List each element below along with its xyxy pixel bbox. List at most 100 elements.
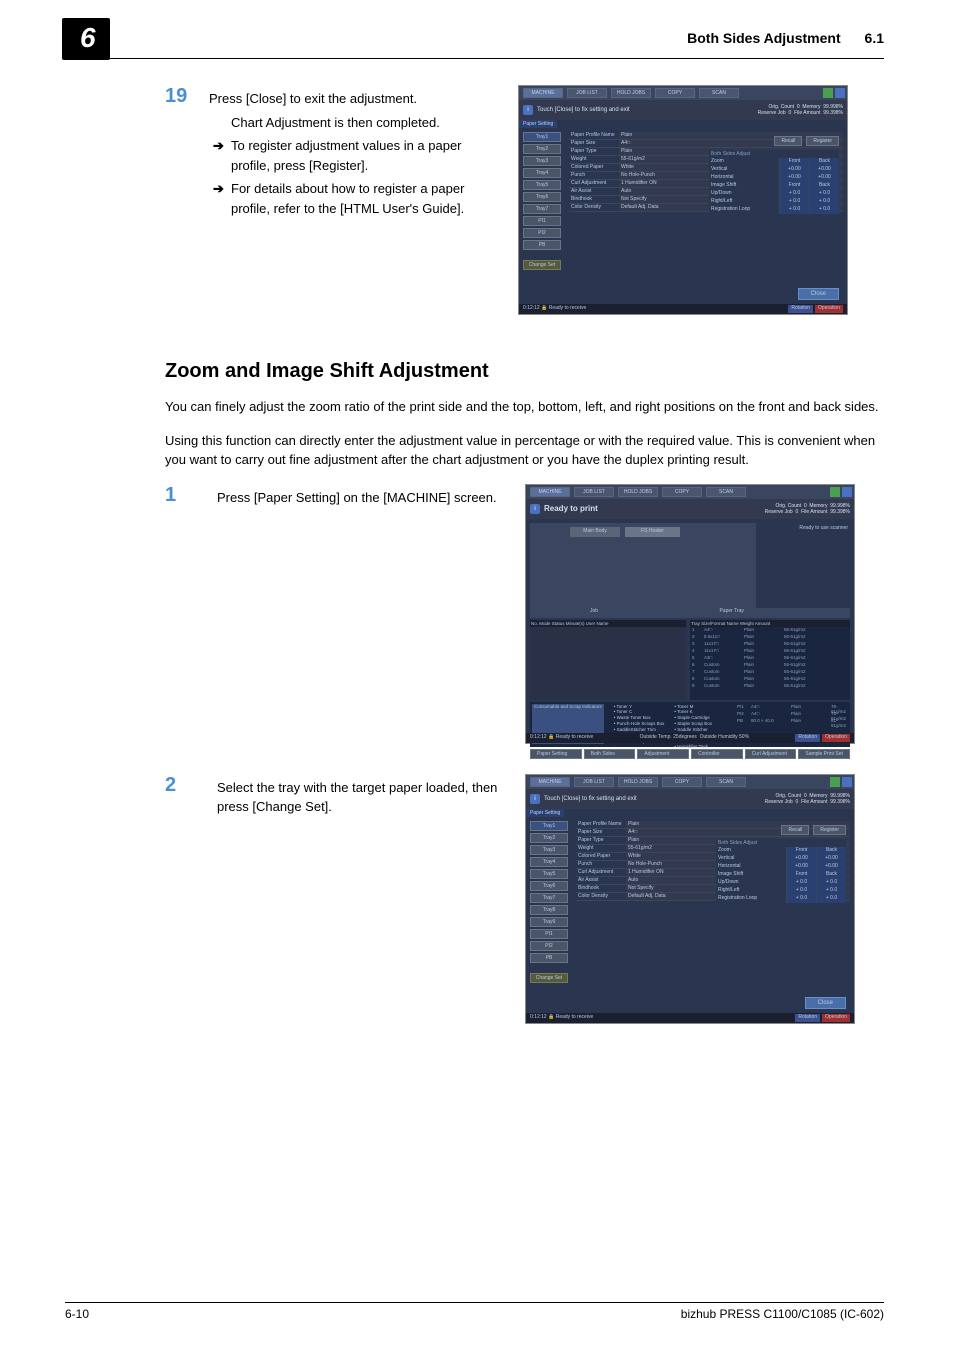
tab-machine[interactable]: MACHINE (530, 487, 570, 497)
tab-scan[interactable]: SCAN (706, 777, 746, 787)
chapter-tab: 6 (62, 18, 110, 60)
tab-joblist[interactable]: JOB LIST (567, 88, 607, 98)
eco-icon[interactable] (823, 88, 833, 98)
machine-image: Main Body FS Heater (530, 523, 756, 608)
paper-tray-row: PI1A4□Plain76-91g/m2 (735, 704, 848, 711)
output-set-button[interactable]: Sample Print Set (798, 749, 850, 759)
paper-tray-row: 411x17□Plain55-61g/m2 (690, 648, 850, 655)
paper-tray-row: PI2A4□Plain76-91g/m2 (735, 711, 848, 718)
help-icon[interactable] (842, 777, 852, 787)
header-section: 6.1 (865, 30, 884, 46)
paper-tray-tab[interactable]: Paper Tray (599, 608, 743, 614)
section-para2: Using this function can directly enter t… (165, 431, 884, 470)
section-para1: You can finely adjust the zoom ratio of … (165, 397, 884, 417)
step-1-number: 1 (165, 484, 205, 744)
tray5-button[interactable]: Tray5 (523, 180, 561, 190)
job-panel: No. Mode Status Minute(s) User Name (530, 620, 686, 700)
controller-button[interactable]: Controller (691, 749, 743, 759)
operation-badge: Operation (815, 305, 843, 313)
tray5-button[interactable]: Tray5 (530, 869, 568, 879)
scanner-panel: Ready to use scanner (760, 523, 850, 608)
job-tab[interactable]: Job (530, 608, 598, 614)
tab-machine[interactable]: MACHINE (523, 88, 563, 98)
tab-copy[interactable]: COPY (662, 487, 702, 497)
paper-setting-button[interactable]: Paper Setting (530, 749, 582, 759)
step-19-bullet1: To register adjustment values in a paper… (231, 136, 500, 175)
tab-machine[interactable]: MACHINE (530, 777, 570, 787)
step-19-text: Press [Close] to exit the adjustment. (209, 89, 500, 109)
paper-tray-row: 311x17□Plain55-61g/m2 (690, 641, 850, 648)
tray3-button[interactable]: Tray3 (523, 156, 561, 166)
info-icon: i (530, 504, 540, 514)
tab-scan[interactable]: SCAN (699, 88, 739, 98)
status-text: Ready to receive (549, 305, 587, 311)
tab-copy[interactable]: COPY (655, 88, 695, 98)
tray2-button[interactable]: Tray2 (523, 144, 561, 154)
tab-holdjob[interactable]: HOLD JOBS (611, 88, 651, 98)
tray9-button[interactable]: Tray9 (530, 917, 568, 927)
footer-product: bizhub PRESS C1100/C1085 (IC-602) (681, 1307, 884, 1321)
counter-stats: Orig. Count 0 Memory 99.998% Reserve Job… (758, 104, 843, 116)
curl-adj-button[interactable]: Curl Adjustment (745, 749, 797, 759)
tray6-button[interactable]: Tray6 (523, 192, 561, 202)
close-button[interactable]: Close (805, 997, 846, 1009)
tab-joblist[interactable]: JOB LIST (574, 487, 614, 497)
tab-holdjob[interactable]: HOLD JOBS (618, 487, 658, 497)
close-button[interactable]: Close (798, 288, 839, 300)
tray1-button[interactable]: Tray1 (523, 132, 561, 142)
tray2-button[interactable]: Tray2 (530, 833, 568, 843)
tray1-button[interactable]: Tray1 (530, 821, 568, 831)
fs-heater-btn[interactable]: FS Heater (625, 527, 680, 537)
tray3-button[interactable]: Tray3 (530, 845, 568, 855)
tray4-button[interactable]: Tray4 (523, 168, 561, 178)
step-2-text: Select the tray with the target paper lo… (217, 778, 507, 817)
screenshot-machine-screen: MACHINE JOB LIST HOLD JOBS COPY SCAN i R… (525, 484, 855, 744)
tab-scan[interactable]: SCAN (706, 487, 746, 497)
step-19-number: 19 (165, 85, 205, 222)
tray7-button[interactable]: Tray7 (523, 204, 561, 214)
paper-tray-row: 8CustomPlain55-61g/m2 (690, 676, 850, 683)
pi2-button[interactable]: PI2 (523, 228, 561, 238)
pi2-button[interactable]: PI2 (530, 941, 568, 951)
header-rule (65, 58, 884, 59)
register-button[interactable]: Register (806, 136, 839, 146)
pi1-button[interactable]: PI1 (523, 216, 561, 226)
eco-icon[interactable] (830, 487, 840, 497)
main-body-btn[interactable]: Main Body (570, 527, 620, 537)
arrow-icon: ➔ (213, 179, 231, 199)
paper-tray-row: 7CustomPlain55-61g/m2 (690, 669, 850, 676)
adjustment-button[interactable]: Adjustment (637, 749, 689, 759)
tab-joblist[interactable]: JOB LIST (574, 777, 614, 787)
register-button[interactable]: Register (813, 825, 846, 835)
paper-tray-row: 1A4□Plain55-61g/m2 (690, 627, 850, 634)
change-set-button[interactable]: Change Set (523, 260, 561, 270)
recall-button[interactable]: Recall (774, 136, 802, 146)
pb-button[interactable]: PB (530, 953, 568, 963)
header-title: Both Sides Adjustment (687, 30, 841, 46)
both-sides-button[interactable]: Both Sides (584, 749, 636, 759)
tray8-button[interactable]: Tray8 (530, 905, 568, 915)
paper-tray-row: 5A3□Plain55-61g/m2 (690, 655, 850, 662)
help-icon[interactable] (842, 487, 852, 497)
paper-tray-row: PB80.0 × 40.0Plain81-91g/m2 (735, 718, 848, 725)
change-set-button[interactable]: Change Set (530, 973, 568, 983)
eco-icon[interactable] (830, 777, 840, 787)
tray4-button[interactable]: Tray4 (530, 857, 568, 867)
step-1-text: Press [Paper Setting] on the [MACHINE] s… (217, 488, 507, 508)
ready-message: Ready to print (544, 504, 598, 513)
screenshot-paper-setting-close: MACHINE JOB LIST HOLD JOBS COPY SCAN i T… (518, 85, 848, 315)
pb-button[interactable]: PB (523, 240, 561, 250)
recall-button[interactable]: Recall (781, 825, 809, 835)
info-icon: i (530, 794, 540, 804)
status-time: 0:12:12 (523, 305, 540, 311)
rotation-badge: Rotation (788, 305, 813, 313)
pi1-button[interactable]: PI1 (530, 929, 568, 939)
tray6-button[interactable]: Tray6 (530, 881, 568, 891)
help-icon[interactable] (835, 88, 845, 98)
breadcrumb: Paper Setting (526, 809, 564, 817)
paper-tray-row: 6CustomPlain55-61g/m2 (690, 662, 850, 669)
tray7-button[interactable]: Tray7 (530, 893, 568, 903)
page-header: Both Sides Adjustment 6.1 (687, 30, 884, 46)
tab-copy[interactable]: COPY (662, 777, 702, 787)
tab-holdjob[interactable]: HOLD JOBS (618, 777, 658, 787)
